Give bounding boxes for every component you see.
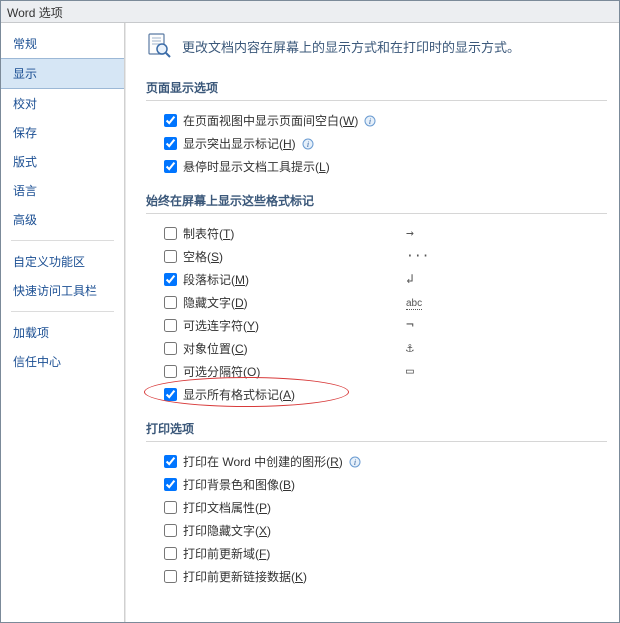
option-label[interactable]: 对象位置(C) xyxy=(183,340,248,357)
option-row: 制表符(T) → xyxy=(146,222,607,245)
option-checkbox[interactable] xyxy=(164,501,177,514)
option-row: 打印隐藏文字(X) xyxy=(146,519,607,542)
option-label[interactable]: 段落标记(M) xyxy=(183,271,249,288)
option-checkbox[interactable] xyxy=(164,388,177,401)
option-row: 打印在 Word 中创建的图形(R) i xyxy=(146,450,607,473)
option-row: 可选连字符(Y) ¬ xyxy=(146,314,607,337)
sidebar-item-7[interactable]: 自定义功能区 xyxy=(1,247,124,276)
window-title: Word 选项 xyxy=(7,6,63,20)
option-checkbox[interactable] xyxy=(164,250,177,263)
option-row: 显示所有格式标记(A) xyxy=(146,383,607,406)
option-checkbox[interactable] xyxy=(164,478,177,491)
titlebar: Word 选项 xyxy=(1,1,619,23)
option-checkbox[interactable] xyxy=(164,160,177,173)
sidebar-item-8[interactable]: 快速访问工具栏 xyxy=(1,276,124,305)
option-label[interactable]: 在页面视图中显示页面间空白(W) xyxy=(183,112,358,129)
svg-text:i: i xyxy=(369,117,371,126)
option-label[interactable]: 显示突出显示标记(H) xyxy=(183,135,296,152)
option-label[interactable]: 空格(S) xyxy=(183,248,223,265)
option-checkbox[interactable] xyxy=(164,342,177,355)
sidebar-item-0[interactable]: 常规 xyxy=(1,29,124,58)
info-icon: i xyxy=(349,456,361,468)
option-row: 打印前更新域(F) xyxy=(146,542,607,565)
svg-text:i: i xyxy=(307,140,309,149)
sidebar-item-3[interactable]: 保存 xyxy=(1,118,124,147)
sidebar-item-6[interactable]: 高级 xyxy=(1,205,124,234)
info-icon: i xyxy=(302,138,314,150)
option-label[interactable]: 可选连字符(Y) xyxy=(183,317,259,334)
option-row: 空格(S) ··· xyxy=(146,245,607,268)
sidebar: 常规显示校对保存版式语言高级自定义功能区快速访问工具栏加载项信任中心 xyxy=(1,23,125,622)
option-row: 在页面视图中显示页面间空白(W) i xyxy=(146,109,607,132)
format-symbol: ··· xyxy=(406,249,429,264)
header-description: 更改文档内容在屏幕上的显示方式和在打印时的显示方式。 xyxy=(182,37,520,56)
main-panel: 更改文档内容在屏幕上的显示方式和在打印时的显示方式。 页面显示选项在页面视图中显… xyxy=(125,23,619,622)
option-label[interactable]: 打印背景色和图像(B) xyxy=(183,476,295,493)
page-magnifier-icon xyxy=(146,33,172,59)
sidebar-item-2[interactable]: 校对 xyxy=(1,89,124,118)
option-checkbox[interactable] xyxy=(164,524,177,537)
content-area: 常规显示校对保存版式语言高级自定义功能区快速访问工具栏加载项信任中心 更改文档内… xyxy=(1,23,619,622)
option-label[interactable]: 隐藏文字(D) xyxy=(183,294,248,311)
header-row: 更改文档内容在屏幕上的显示方式和在打印时的显示方式。 xyxy=(146,33,607,59)
section-title: 打印选项 xyxy=(146,416,607,442)
sidebar-divider xyxy=(11,311,114,312)
option-row: 对象位置(C) ⚓ xyxy=(146,337,607,360)
sidebar-item-1[interactable]: 显示 xyxy=(1,58,124,89)
option-row: 打印前更新链接数据(K) xyxy=(146,565,607,588)
option-row: 打印文档属性(P) xyxy=(146,496,607,519)
sidebar-item-4[interactable]: 版式 xyxy=(1,147,124,176)
sidebar-item-9[interactable]: 加载项 xyxy=(1,318,124,347)
sidebar-item-10[interactable]: 信任中心 xyxy=(1,347,124,376)
option-label[interactable]: 打印前更新链接数据(K) xyxy=(183,568,307,585)
option-label[interactable]: 悬停时显示文档工具提示(L) xyxy=(183,158,330,175)
option-row: 隐藏文字(D) abc xyxy=(146,291,607,314)
svg-text:i: i xyxy=(354,458,356,467)
option-checkbox[interactable] xyxy=(164,547,177,560)
option-checkbox[interactable] xyxy=(164,570,177,583)
option-checkbox[interactable] xyxy=(164,455,177,468)
option-checkbox[interactable] xyxy=(164,273,177,286)
format-symbol: ↲ xyxy=(406,272,414,287)
option-label[interactable]: 打印在 Word 中创建的图形(R) xyxy=(183,453,343,470)
section-title: 始终在屏幕上显示这些格式标记 xyxy=(146,188,607,214)
format-symbol: ▭ xyxy=(406,364,414,379)
format-symbol: ¬ xyxy=(406,318,414,333)
option-label[interactable]: 可选分隔符(O) xyxy=(183,363,260,380)
option-checkbox[interactable] xyxy=(164,137,177,150)
option-checkbox[interactable] xyxy=(164,114,177,127)
option-label[interactable]: 打印文档属性(P) xyxy=(183,499,271,516)
option-label[interactable]: 打印前更新域(F) xyxy=(183,545,270,562)
dialog-window: Word 选项 常规显示校对保存版式语言高级自定义功能区快速访问工具栏加载项信任… xyxy=(0,0,620,623)
format-symbol: abc xyxy=(406,295,422,310)
option-row: 悬停时显示文档工具提示(L) xyxy=(146,155,607,178)
section-title: 页面显示选项 xyxy=(146,75,607,101)
sidebar-item-5[interactable]: 语言 xyxy=(1,176,124,205)
option-label[interactable]: 制表符(T) xyxy=(183,225,234,242)
option-checkbox[interactable] xyxy=(164,227,177,240)
option-checkbox[interactable] xyxy=(164,319,177,332)
option-label[interactable]: 显示所有格式标记(A) xyxy=(183,386,295,403)
option-row: 段落标记(M) ↲ xyxy=(146,268,607,291)
option-row: 显示突出显示标记(H) i xyxy=(146,132,607,155)
option-row: 打印背景色和图像(B) xyxy=(146,473,607,496)
option-label[interactable]: 打印隐藏文字(X) xyxy=(183,522,271,539)
format-symbol: ⚓ xyxy=(406,341,414,356)
option-checkbox[interactable] xyxy=(164,365,177,378)
option-checkbox[interactable] xyxy=(164,296,177,309)
format-symbol: → xyxy=(406,226,414,241)
info-icon: i xyxy=(364,115,376,127)
sidebar-divider xyxy=(11,240,114,241)
option-row: 可选分隔符(O) ▭ xyxy=(146,360,607,383)
